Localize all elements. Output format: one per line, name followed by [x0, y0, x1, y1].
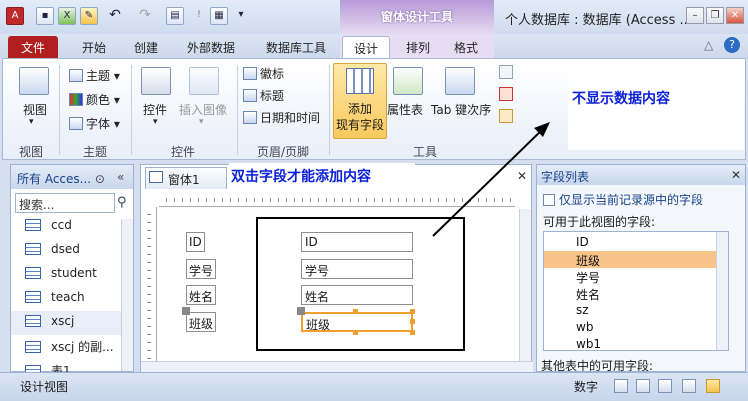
layout-view-alt-icon[interactable]	[682, 379, 696, 393]
field-item[interactable]: wb	[544, 319, 716, 336]
field-item[interactable]: ID	[544, 234, 716, 251]
layout-view-icon[interactable]	[658, 379, 672, 393]
field-list-pane: 字段列表 ✕ 仅显示当前记录源中的字段 可用于此视图的字段: ID 班级 学号 …	[536, 164, 746, 372]
field-item[interactable]: 学号	[544, 268, 716, 285]
form-view-icon[interactable]	[614, 379, 628, 393]
field-list-title: 字段列表	[537, 165, 745, 185]
design-view-active-icon[interactable]	[706, 379, 720, 393]
status-numlock: 数字	[574, 380, 599, 394]
field-item[interactable]: sz	[544, 302, 716, 319]
available-fields-label: 可用于此视图的字段:	[543, 215, 656, 229]
field-item-selected[interactable]: 班级	[544, 251, 716, 268]
status-view-label: 设计视图	[20, 380, 69, 394]
link-icon	[543, 194, 555, 206]
show-current-source-link[interactable]: 仅显示当前记录源中的字段	[543, 191, 703, 208]
field-item[interactable]: wb1	[544, 336, 716, 350]
field-item[interactable]: 姓名	[544, 285, 716, 302]
field-list-box[interactable]: ID 班级 学号 姓名 sz wb wb1	[543, 231, 729, 351]
show-current-label: 仅显示当前记录源中的字段	[559, 193, 704, 207]
close-field-list-icon[interactable]: ✕	[731, 168, 741, 182]
status-bar: 设计视图 数字	[0, 372, 748, 401]
field-list-scrollbar[interactable]	[716, 232, 728, 350]
datasheet-view-icon[interactable]	[636, 379, 650, 393]
access-window: A ▪ X ✎ ↶ ↷ ▤ ! ▦ ▾ 窗体设计工具 个人数据库 : 数据库 (…	[0, 0, 748, 401]
other-tables-label: 其他表中的可用字段:	[541, 359, 654, 371]
